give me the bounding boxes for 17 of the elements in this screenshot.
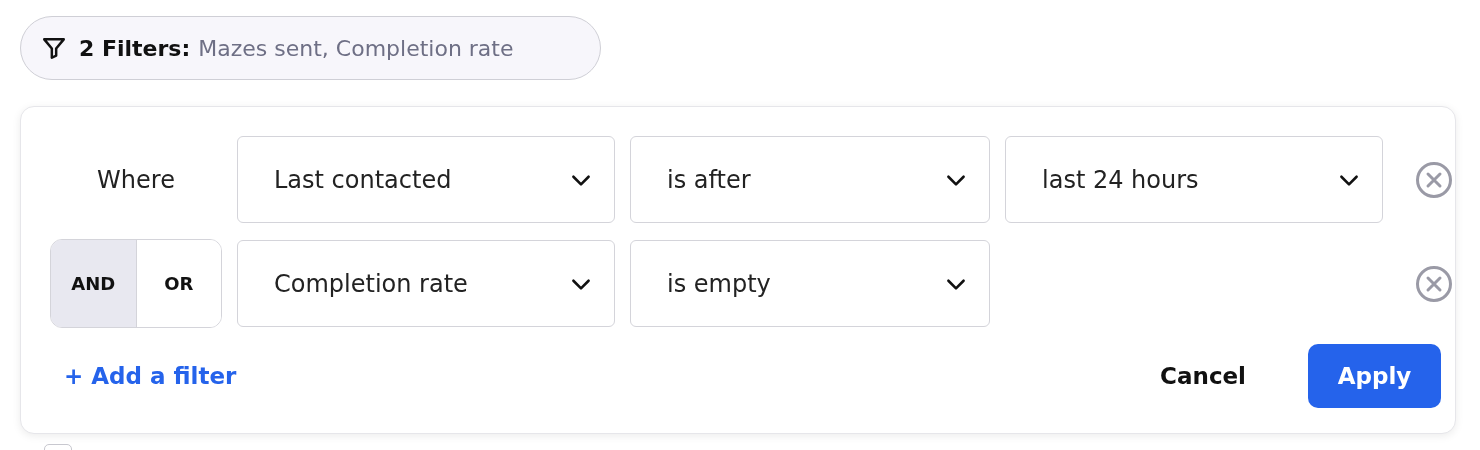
- add-filter-link[interactable]: + Add a filter: [64, 363, 237, 389]
- remove-icon[interactable]: [1414, 263, 1454, 304]
- filter-count: 2 Filters:: [79, 35, 191, 61]
- field-dropdown[interactable]: Completion rate: [237, 240, 615, 327]
- logic-option[interactable]: AND: [51, 240, 136, 327]
- operator-dropdown[interactable]: is empty: [630, 240, 990, 327]
- field-dropdown[interactable]: Last contacted: [237, 136, 615, 223]
- cancel-button[interactable]: Cancel: [1154, 362, 1252, 390]
- where-label: Where: [97, 165, 175, 194]
- value-dropdown[interactable]: last 24 hours: [1005, 136, 1383, 223]
- remove-icon[interactable]: [1414, 159, 1454, 200]
- operator-dropdown[interactable]: is after: [630, 136, 990, 223]
- filter-icon: [41, 35, 67, 61]
- filter-button[interactable]: 2 Filters: Mazes sent, Completion rate: [20, 16, 601, 80]
- filter-summary: Mazes sent, Completion rate: [198, 35, 514, 61]
- logic-option[interactable]: OR: [135, 240, 221, 327]
- apply-button[interactable]: Apply: [1308, 344, 1441, 408]
